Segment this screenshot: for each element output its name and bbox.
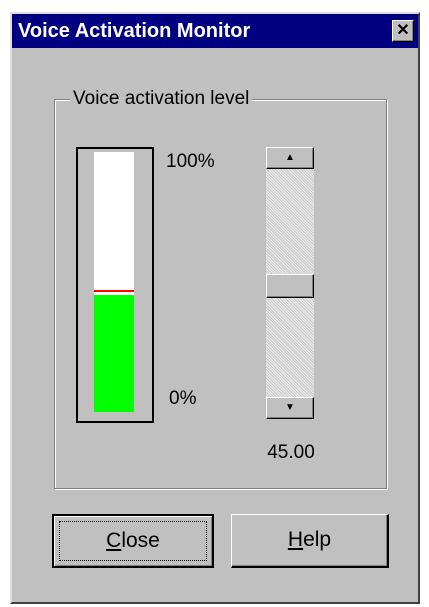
arrow-down-icon[interactable]: ▼ <box>266 397 314 419</box>
help-button-label: Help <box>287 528 332 551</box>
level-scrollbar-thumb[interactable] <box>266 274 314 298</box>
title-bar[interactable]: Voice Activation Monitor ✕ <box>12 14 418 48</box>
meter-min-label: 0% <box>169 388 197 409</box>
level-meter-fill <box>94 295 134 412</box>
help-button[interactable]: Help <box>231 514 389 568</box>
meter-max-label: 100% <box>166 151 215 172</box>
level-threshold-line <box>94 290 134 292</box>
groupbox-label: Voice activation level <box>70 88 253 110</box>
level-meter <box>94 152 134 412</box>
close-icon[interactable]: ✕ <box>392 20 414 42</box>
level-value: 45.00 <box>267 442 315 463</box>
arrow-up-icon[interactable]: ▲ <box>266 147 314 169</box>
voice-activation-monitor-window: Voice Activation Monitor ✕ Voice activat… <box>10 12 420 604</box>
window-title: Voice Activation Monitor <box>18 20 251 42</box>
close-button-label: Close <box>106 529 160 552</box>
close-button[interactable]: Close <box>52 514 214 568</box>
